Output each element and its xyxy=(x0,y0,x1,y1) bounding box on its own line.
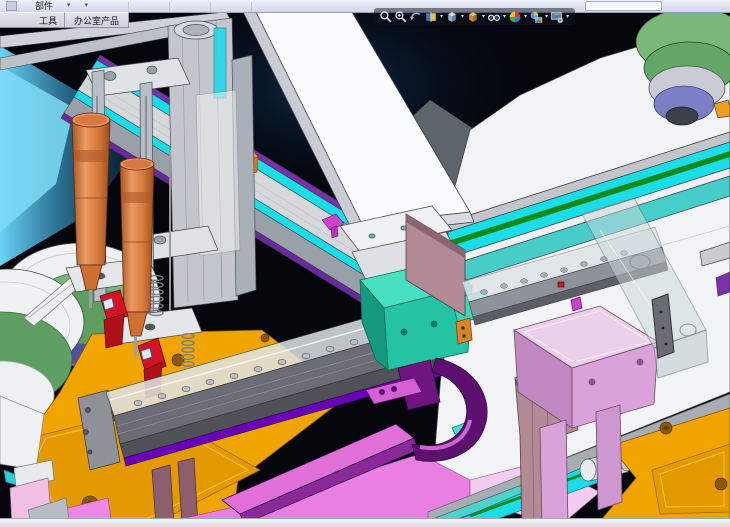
view-settings-caret[interactable]: ▾ xyxy=(566,10,569,24)
toolbar-input-field[interactable] xyxy=(585,1,662,11)
component-dropdown-caret[interactable]: ▾ xyxy=(67,1,71,11)
hide-show-items-icon[interactable] xyxy=(487,10,501,24)
section-view-caret[interactable]: ▾ xyxy=(440,10,443,24)
display-style-caret[interactable]: ▾ xyxy=(482,10,485,24)
zoom-to-area-icon[interactable] xyxy=(394,10,408,24)
view-settings-icon[interactable] xyxy=(550,10,564,24)
zoom-to-fit-icon[interactable] xyxy=(379,10,393,24)
display-style-icon[interactable] xyxy=(466,10,480,24)
toolbar-separator xyxy=(210,2,211,11)
graphics-viewport[interactable] xyxy=(0,12,730,518)
previous-view-icon[interactable] xyxy=(409,10,423,24)
hide-show-caret[interactable]: ▾ xyxy=(503,10,506,24)
view-orientation-caret[interactable]: ▾ xyxy=(461,10,464,24)
edit-appearance-icon[interactable] xyxy=(508,10,522,24)
toolbar-separator xyxy=(251,2,252,11)
assembly-icon[interactable] xyxy=(6,1,17,11)
toolbar-separator xyxy=(128,2,129,11)
component-toolbar-label: 部件 xyxy=(35,1,53,12)
view-orientation-icon[interactable] xyxy=(445,10,459,24)
tab-office-products[interactable]: 办公室产品 xyxy=(65,12,129,27)
tab-tools[interactable]: 工具 xyxy=(0,12,65,27)
heads-up-view-toolbar: ▾ ▾ ▾ ▾ ▾ ▾ ▾ xyxy=(374,8,575,25)
component-dropdown-caret-2[interactable]: ▾ xyxy=(85,1,89,11)
commandmanager-tab-bar: 工具 办公室产品 xyxy=(0,12,129,28)
apply-scene-icon[interactable] xyxy=(529,10,543,24)
apply-scene-caret[interactable]: ▾ xyxy=(545,10,548,24)
toolbar-separator xyxy=(169,2,170,11)
section-view-icon[interactable] xyxy=(424,10,438,24)
edit-appearance-caret[interactable]: ▾ xyxy=(524,10,527,24)
